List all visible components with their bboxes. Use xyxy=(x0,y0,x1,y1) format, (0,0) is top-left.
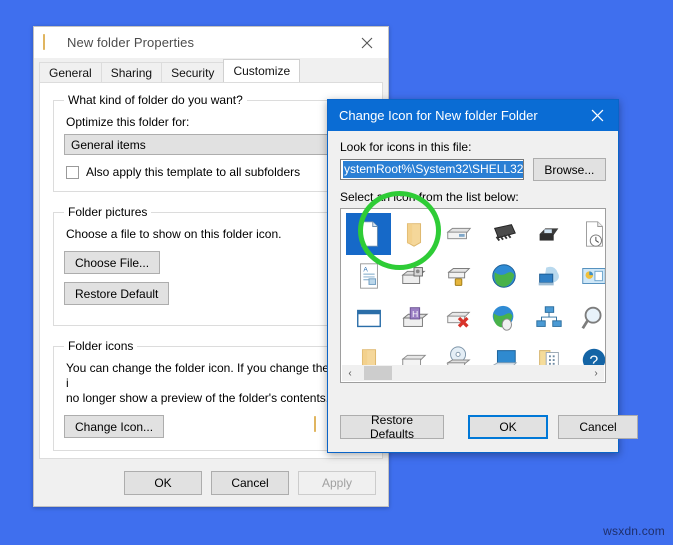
icon-row: A xyxy=(346,255,605,297)
change-icon-title: Change Icon for New folder Folder xyxy=(339,108,538,123)
cancel-button[interactable]: Cancel xyxy=(558,415,638,439)
folder-icon[interactable] xyxy=(391,213,436,255)
tab-customize[interactable]: Customize xyxy=(223,59,301,82)
watermark: wsxdn.com xyxy=(603,524,665,538)
network-computer-icon[interactable] xyxy=(526,255,571,297)
hard-drive-icon[interactable] xyxy=(436,213,481,255)
window-title: New folder Properties xyxy=(67,35,195,50)
apply-subfolders-row[interactable]: Also apply this template to all subfolde… xyxy=(66,165,358,179)
apply-button: Apply xyxy=(298,470,376,495)
folder-type-value: General items xyxy=(71,137,146,152)
folder-icons-description-line2: no longer show a preview of the folder's… xyxy=(66,391,330,405)
folder-icons-description-line1: You can change the folder icon. If you c… xyxy=(66,361,358,390)
apply-subfolders-checkbox[interactable] xyxy=(66,165,79,179)
folder-icons-group: Folder icons You can change the folder i… xyxy=(53,339,369,451)
tab-sharing[interactable]: Sharing xyxy=(100,62,163,82)
folder-pictures-legend: Folder pictures xyxy=(68,205,148,219)
document-icon[interactable] xyxy=(346,213,391,255)
network-nodes-icon[interactable] xyxy=(526,297,571,339)
shared-drive-icon[interactable] xyxy=(391,255,436,297)
text-document-icon[interactable]: A xyxy=(346,255,391,297)
properties-footer: OK Cancel Apply xyxy=(34,459,388,506)
optimize-label: Optimize this folder for: xyxy=(66,115,190,129)
file-path-input[interactable]: ystemRoot%\System32\SHELL32.dl xyxy=(340,159,524,180)
tab-general[interactable]: General xyxy=(39,62,102,82)
scroll-left-arrow[interactable]: ‹ xyxy=(342,365,358,381)
file-path-value: ystemRoot%\System32\SHELL32.dl xyxy=(343,161,523,178)
presentation-icon[interactable] xyxy=(571,255,605,297)
scrollbar-track[interactable] xyxy=(358,365,588,381)
properties-tabstrip: General Sharing Security Customize xyxy=(39,59,388,82)
cancel-button[interactable]: Cancel xyxy=(211,470,289,495)
icon-list-label: Select an icon from the list below: xyxy=(340,190,519,204)
folder-type-dropdown[interactable]: General items xyxy=(64,134,358,155)
ok-button[interactable]: OK xyxy=(468,415,548,439)
close-icon[interactable] xyxy=(346,27,388,58)
restore-default-button[interactable]: Restore Default xyxy=(64,282,170,305)
scroll-right-arrow[interactable]: › xyxy=(588,365,604,381)
svg-text:A: A xyxy=(363,266,368,273)
change-icon-body: Look for icons in this file: ystemRoot%\… xyxy=(328,131,618,383)
icon-row xyxy=(346,213,605,255)
folder-icons-legend: Folder icons xyxy=(68,339,134,353)
tab-security[interactable]: Security xyxy=(161,62,225,82)
ok-button[interactable]: OK xyxy=(124,470,202,495)
search-magnifier-icon[interactable] xyxy=(571,297,605,339)
change-icon-titlebar: Change Icon for New folder Folder xyxy=(328,100,618,131)
icon-list[interactable]: A H ? ‹ › xyxy=(340,208,606,383)
floppy-drive-icon[interactable]: H xyxy=(391,297,436,339)
choose-file-button[interactable]: Choose File... xyxy=(64,251,161,274)
printer-icon[interactable] xyxy=(526,213,571,255)
window-icon[interactable] xyxy=(346,297,391,339)
change-icon-button[interactable]: Change Icon... xyxy=(64,415,165,438)
close-icon[interactable] xyxy=(576,100,618,131)
properties-titlebar: New folder Properties xyxy=(34,27,388,58)
internet-globe-mouse-icon[interactable] xyxy=(481,297,526,339)
change-icon-dialog: Change Icon for New folder Folder Look f… xyxy=(327,99,638,453)
scrollbar-thumb[interactable] xyxy=(364,366,392,380)
recent-document-icon[interactable] xyxy=(571,213,605,255)
browse-button[interactable]: Browse... xyxy=(532,158,606,181)
apply-subfolders-label: Also apply this template to all subfolde… xyxy=(86,165,301,179)
svg-text:H: H xyxy=(412,309,418,319)
folder-type-group: What kind of folder do you want? Optimiz… xyxy=(53,93,369,192)
memory-chip-icon[interactable] xyxy=(481,213,526,255)
change-icon-footer: Restore Defaults OK Cancel xyxy=(328,402,638,452)
folder-type-legend: What kind of folder do you want? xyxy=(68,93,243,107)
file-path-label: Look for icons in this file: xyxy=(340,140,472,154)
icon-row: H xyxy=(346,297,605,339)
disconnected-drive-icon[interactable] xyxy=(436,297,481,339)
locked-drive-icon[interactable] xyxy=(436,255,481,297)
file-path-row: ystemRoot%\System32\SHELL32.dl Browse... xyxy=(340,158,606,181)
folder-pictures-group: Folder pictures Choose a file to show on… xyxy=(53,205,369,326)
globe-icon[interactable] xyxy=(481,255,526,297)
icon-list-hscrollbar[interactable]: ‹ › xyxy=(342,365,604,381)
folder-icon xyxy=(43,34,58,50)
restore-defaults-button[interactable]: Restore Defaults xyxy=(340,413,444,441)
folder-pictures-description: Choose a file to show on this folder ico… xyxy=(66,227,282,241)
